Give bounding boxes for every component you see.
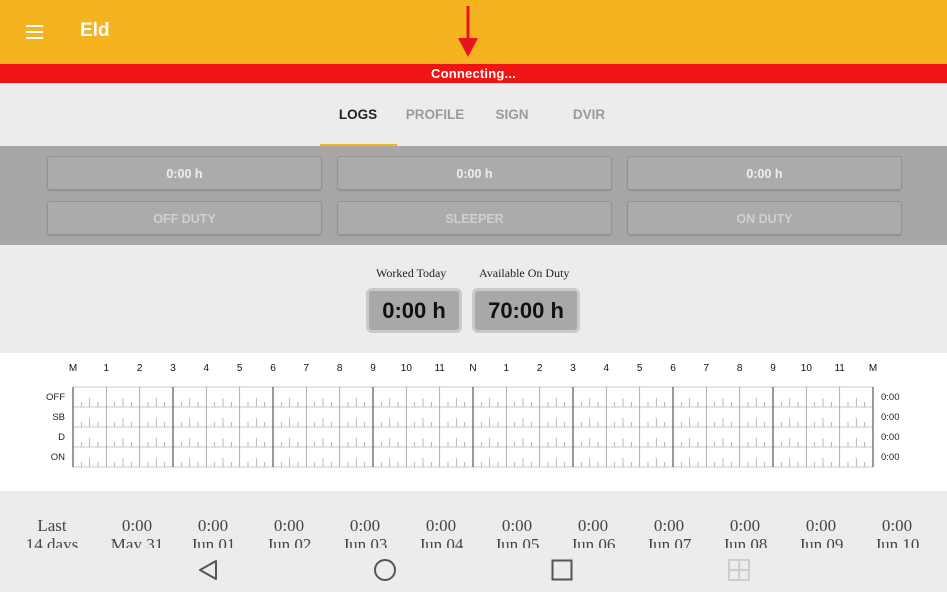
on-duty-button[interactable]: ON DUTY: [627, 201, 902, 235]
fourteen-day-history: Last 14 days 0:00 May 31 0:00 Jun 01 0:00 Jun…: [0, 491, 947, 548]
history-day-value: 0:00: [349, 516, 381, 535]
tab-sign[interactable]: SIGN: [472, 107, 552, 122]
hour-tick-label: 6: [670, 363, 676, 374]
hour-tick-label: 9: [370, 363, 376, 374]
duty-row-label: SB: [52, 412, 65, 423]
duty-row-total: 0:00: [881, 412, 900, 423]
duty-row-label: D: [58, 432, 65, 443]
hour-tick-label: 9: [770, 363, 776, 374]
hour-tick-label: 11: [834, 363, 845, 374]
hour-tick-label: 4: [604, 363, 610, 374]
worked-today-value: 0:00 h: [366, 288, 462, 333]
history-day-value: 0:00: [501, 516, 533, 535]
hour-tick-label: 11: [434, 363, 445, 374]
hour-tick-label: 4: [204, 363, 210, 374]
home-icon[interactable]: [373, 558, 397, 582]
hour-tick-label: 10: [401, 363, 413, 374]
tab-logs[interactable]: LOGS: [318, 107, 398, 122]
tab-bar: LOGS PROFILE SIGN DVIR: [0, 83, 947, 146]
back-icon[interactable]: [196, 558, 220, 582]
hour-tick-label: 8: [337, 363, 343, 374]
history-day-date: Jun 07: [646, 535, 692, 548]
history-day-value: 0:00: [577, 516, 609, 535]
hour-tick-label: 5: [237, 363, 243, 374]
app-bar: Eld: [0, 0, 947, 64]
history-day-value: 0:00: [197, 516, 229, 535]
hour-tick-label: 3: [170, 363, 176, 374]
log-grid-chart: M 1 2 3 4 5 6 7 8 9 10 11 N 1 2 3 4 5 6 7 8 9 10 11 M OFF 0:00 SB 0:…: [46, 363, 900, 468]
recents-icon[interactable]: [550, 558, 574, 582]
history-day-date: Jun 06: [570, 535, 616, 548]
history-day: 0:00 Jun 05: [482, 516, 552, 548]
history-day: 0:00 Jun 01: [178, 516, 248, 548]
duty-row-total: 0:00: [881, 452, 900, 463]
history-day: 0:00 Jun 06: [558, 516, 628, 548]
history-day-date: Jun 09: [798, 535, 844, 548]
history-day-date: Jun 02: [266, 535, 312, 548]
hour-tick-label: 8: [737, 363, 743, 374]
hour-tick-label: 1: [504, 363, 510, 374]
hour-tick-label: 3: [570, 363, 576, 374]
hour-tick-label: 10: [801, 363, 813, 374]
history-day: 0:00 Jun 07: [634, 516, 704, 548]
history-day-value: 0:00: [653, 516, 685, 535]
hour-tick-label: N: [469, 363, 476, 374]
system-nav-bar: [0, 548, 947, 592]
history-day: 0:00 May 31: [102, 516, 172, 548]
history-day: 0:00 Jun 08: [710, 516, 780, 548]
duty-row-total: 0:00: [881, 392, 900, 403]
off-duty-time-button[interactable]: 0:00 h: [47, 156, 322, 190]
duty-status-panel: 0:00 h 0:00 h 0:00 h OFF DUTY SLEEPER ON…: [0, 146, 947, 245]
history-day: 0:00 Jun 10: [862, 516, 932, 548]
history-day-value: 0:00: [729, 516, 761, 535]
history-day-date: Jun 08: [722, 535, 768, 548]
duty-row-label: ON: [51, 452, 65, 463]
hour-tick-label: 5: [637, 363, 643, 374]
history-day-date: May 31: [110, 535, 164, 548]
history-day-value: 0:00: [273, 516, 305, 535]
history-day: 0:00 Jun 09: [786, 516, 856, 548]
hamburger-menu-icon[interactable]: [24, 22, 46, 42]
app-title: Eld: [80, 20, 110, 41]
duty-row-total: 0:00: [881, 432, 900, 443]
split-screen-icon[interactable]: [727, 558, 751, 582]
hour-tick-label: M: [69, 363, 77, 374]
history-label: Last 14 days: [25, 516, 79, 548]
available-on-duty-value: 70:00 h: [472, 288, 580, 333]
red-arrow-annotation: [458, 6, 478, 57]
worked-today-label: Worked Today: [376, 266, 447, 280]
history-day-value: 0:00: [881, 516, 913, 535]
history-day: 0:00 Jun 03: [330, 516, 400, 548]
hour-tick-label: 6: [270, 363, 276, 374]
history-day-date: Jun 03: [342, 535, 388, 548]
hours-summary: Worked Today Available On Duty 0:00 h 70…: [0, 245, 947, 353]
hour-tick-label: 2: [537, 363, 543, 374]
hour-tick-label: 7: [704, 363, 710, 374]
history-day-date: Jun 05: [494, 535, 540, 548]
duty-row-label: OFF: [46, 392, 65, 403]
hour-tick-label: 1: [104, 363, 110, 374]
history-day-value: 0:00: [121, 516, 153, 535]
tab-dvir[interactable]: DVIR: [549, 107, 629, 122]
hour-tick-label: 2: [137, 363, 143, 374]
history-day: 0:00 Jun 02: [254, 516, 324, 548]
sleeper-button[interactable]: SLEEPER: [337, 201, 612, 235]
off-duty-button[interactable]: OFF DUTY: [47, 201, 322, 235]
hour-tick-label: 7: [304, 363, 310, 374]
sleeper-time-button[interactable]: 0:00 h: [337, 156, 612, 190]
history-day-date: Jun 10: [874, 535, 920, 548]
history-day: 0:00 Jun 04: [406, 516, 476, 548]
history-day-date: Jun 01: [190, 535, 236, 548]
on-duty-time-button[interactable]: 0:00 h: [627, 156, 902, 190]
connection-status-banner: Connecting...: [0, 64, 947, 83]
history-day-value: 0:00: [805, 516, 837, 535]
history-day-value: 0:00: [425, 516, 457, 535]
hour-tick-label: M: [869, 363, 877, 374]
daily-log-grid: M 1 2 3 4 5 6 7 8 9 10 11 N 1 2 3 4 5 6 7 8 9 10 11 M OFF 0:00 SB 0:…: [0, 353, 947, 491]
tab-profile[interactable]: PROFILE: [395, 107, 475, 122]
history-day-date: Jun 04: [418, 535, 464, 548]
available-on-duty-label: Available On Duty: [479, 266, 570, 280]
